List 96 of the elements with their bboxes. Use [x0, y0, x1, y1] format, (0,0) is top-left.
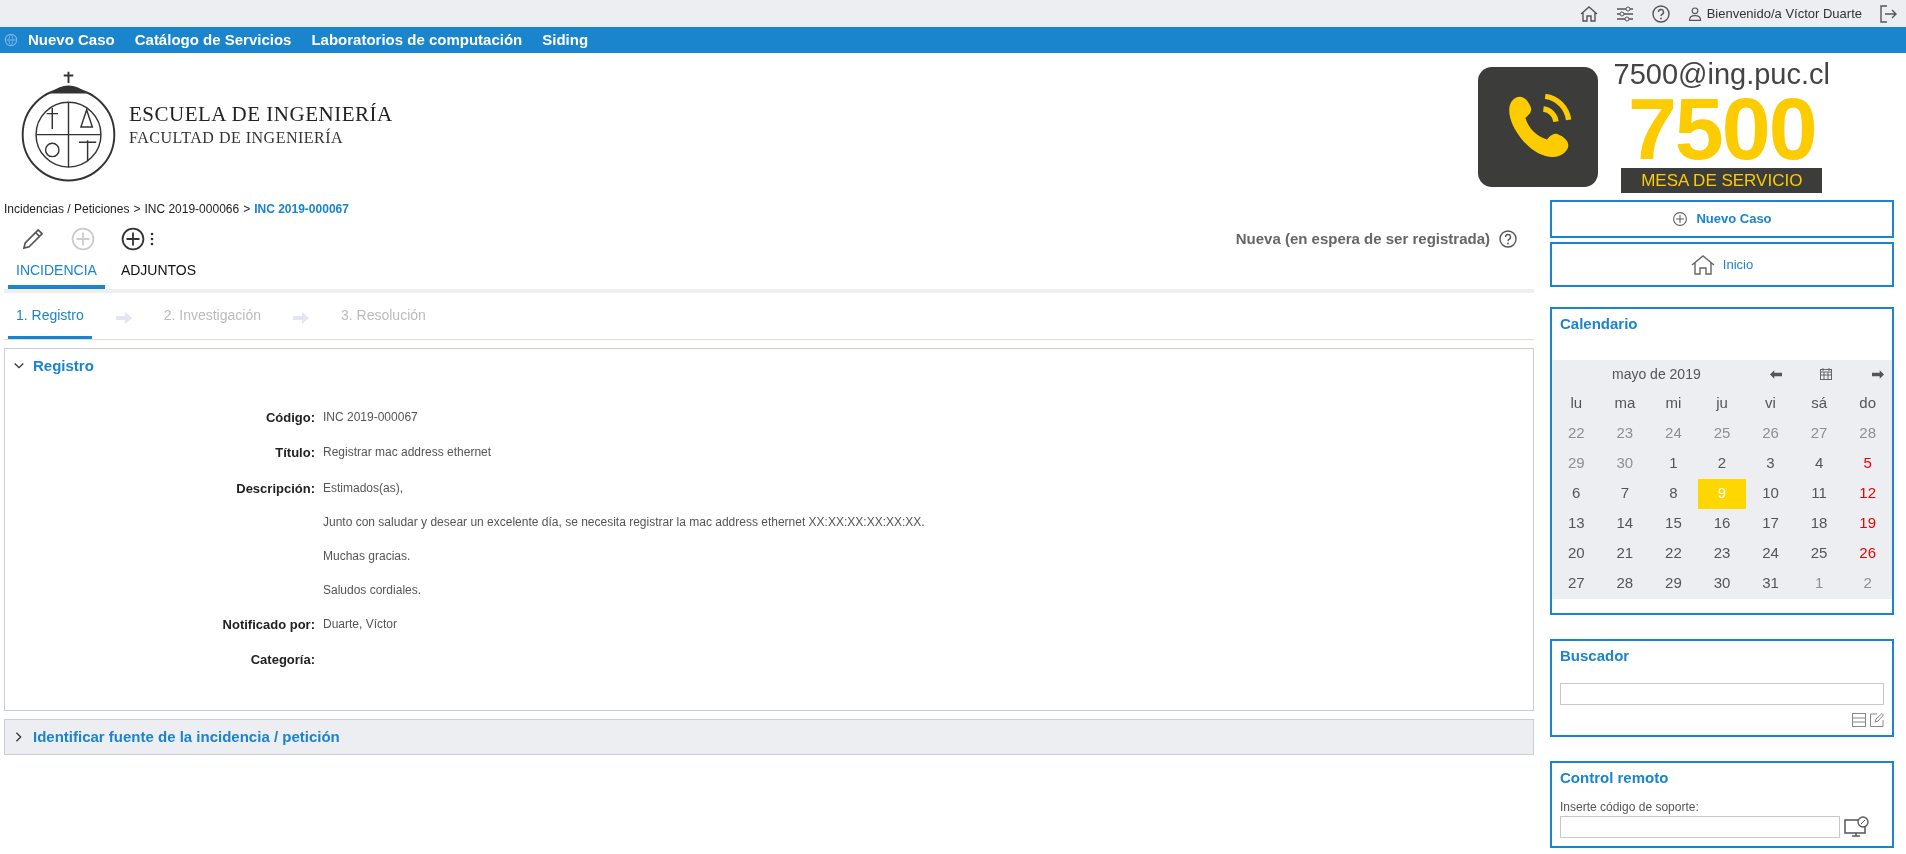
calendar-day[interactable]: 20	[1552, 538, 1601, 569]
calendar-day[interactable]: 19	[1843, 508, 1892, 539]
greeting-text: Bienvenido/a Víctor Duarte	[1706, 4, 1862, 23]
calendar-day[interactable]: 14	[1600, 508, 1650, 539]
breadcrumb-link[interactable]: INC 2019-000067	[254, 200, 349, 218]
sidebar-button[interactable]: Inicio	[1550, 242, 1894, 287]
help-icon[interactable]	[1498, 229, 1518, 249]
field-label: Título:	[274, 444, 315, 462]
field-value: Duarte, Víctor	[323, 615, 398, 633]
calendar-day[interactable]: 11	[1794, 478, 1844, 509]
calendar-day[interactable]: 10	[1746, 478, 1795, 509]
weekday-label: ju	[1715, 393, 1729, 414]
field-value: Registrar mac address ethernet	[323, 444, 492, 461]
panel-title: Buscador	[1560, 645, 1631, 666]
calendar-icon[interactable]	[1820, 368, 1832, 380]
calendar-day[interactable]: 25	[1794, 538, 1844, 569]
logout-icon[interactable]	[1878, 3, 1898, 24]
calendar-day[interactable]: 4	[1794, 448, 1844, 479]
panel-title: Control remoto	[1560, 768, 1670, 788]
nav-link[interactable]: Nuevo Caso	[18, 28, 125, 52]
breadcrumb-link[interactable]: INC 2019-000066	[144, 200, 240, 218]
calendar-day[interactable]: 29	[1649, 568, 1698, 599]
support-code-field[interactable]	[1560, 815, 1840, 838]
calendar-day[interactable]: 12	[1843, 478, 1892, 509]
field-label: Categoría:	[249, 651, 315, 669]
arrow-icon	[293, 312, 309, 324]
field-label: Descripción:	[235, 479, 315, 498]
field-value: Saludos cordiales.	[323, 581, 423, 599]
add-icon[interactable]	[120, 226, 146, 252]
calendar-day[interactable]: 30	[1697, 568, 1747, 599]
calendar-day[interactable]: 24	[1746, 538, 1795, 569]
calendar-day[interactable]: 18	[1794, 508, 1844, 539]
calendar-day[interactable]: 26	[1843, 538, 1892, 569]
step-tab[interactable]: 1. Registro	[8, 297, 92, 339]
arrow-left-icon[interactable]	[1770, 369, 1782, 379]
field-label: Código:	[264, 408, 315, 427]
calendar-day[interactable]: 13	[1552, 508, 1601, 539]
settings-icon[interactable]	[1614, 3, 1635, 24]
calendar-day[interactable]: 22	[1649, 538, 1698, 569]
calendar-day[interactable]: 5	[1843, 448, 1892, 479]
weekday-label: sá	[1810, 393, 1828, 414]
pencil-icon[interactable]	[20, 226, 46, 252]
calendar-day[interactable]: 17	[1746, 508, 1795, 539]
more-icon[interactable]	[150, 232, 154, 246]
monitor-icon[interactable]	[1844, 815, 1870, 838]
calendar-day[interactable]: 27	[1552, 568, 1601, 599]
weekday-label: do	[1858, 393, 1878, 414]
field-value: INC 2019-000067	[323, 408, 418, 426]
calendar-day[interactable]: 6	[1552, 478, 1601, 509]
panel-title: Calendario	[1559, 314, 1639, 334]
nav-link[interactable]: Siding	[532, 28, 599, 52]
globe-icon	[4, 33, 18, 47]
calendar-day[interactable]: 3	[1746, 448, 1795, 479]
weekday-label: vi	[1764, 393, 1777, 414]
home-icon	[1690, 253, 1715, 276]
calendar-day[interactable]: 7	[1600, 478, 1650, 509]
calendar-day[interactable]: 15	[1649, 508, 1698, 539]
field-value: Junto con saludar y desear un excelente día, se necesita registrar la mac address ethernet XX:XX:XX:XX:XX:XX.	[323, 513, 925, 531]
calendar-day[interactable]: 31	[1746, 568, 1795, 599]
list-icon[interactable]	[1852, 713, 1866, 727]
calendar-day[interactable]: 21	[1600, 538, 1650, 569]
edit-icon[interactable]	[1870, 713, 1884, 727]
section-header[interactable]: Registro	[5, 349, 102, 384]
breadcrumb-link[interactable]: Incidencias / Peticiones	[4, 200, 130, 218]
nav-link[interactable]: Catálogo de Servicios	[124, 28, 302, 52]
help-icon[interactable]	[1650, 3, 1671, 24]
service-caption: MESA DE SERVICIO	[1621, 167, 1823, 194]
field-label: Notificado por:	[221, 615, 315, 634]
arrow-icon	[115, 312, 132, 324]
nav-link[interactable]: Laboratorios de computación	[301, 28, 533, 52]
sidebar-button[interactable]: Nuevo Caso	[1550, 200, 1894, 238]
breadcrumb-separator: >	[243, 201, 251, 218]
weekday-label: lu	[1569, 393, 1584, 414]
calendar-day[interactable]: 1	[1649, 448, 1698, 479]
tab[interactable]: INCIDENCIA	[8, 256, 105, 289]
weekday-label: mi	[1664, 393, 1683, 414]
status-text: Nueva (en espera de ser registrada)	[1235, 228, 1490, 249]
school-title: ESCUELA DE INGENIERÍA	[129, 102, 393, 127]
calendar-day[interactable]: 16	[1697, 508, 1747, 539]
add-icon	[1672, 211, 1689, 227]
breadcrumb-separator: >	[133, 201, 141, 218]
calendar-month: mayo de 2019	[1612, 364, 1702, 384]
field-value: Muchas gracias.	[323, 547, 412, 565]
field-label: Inserte código de soporte:	[1560, 798, 1700, 816]
arrow-right-icon[interactable]	[1872, 369, 1884, 379]
tab[interactable]: ADJUNTOS	[112, 256, 205, 289]
calendar-day[interactable]: 8	[1649, 478, 1698, 509]
calendar-day[interactable]: 2	[1697, 448, 1747, 479]
faculty-subtitle: FACULTAD DE INGENIERÍA	[129, 127, 345, 149]
home-icon[interactable]	[1578, 3, 1599, 24]
search-field[interactable]	[1560, 683, 1884, 705]
field-value: Estimados(as),	[323, 479, 405, 497]
calendar-day[interactable]: 23	[1697, 538, 1747, 569]
calendar-day[interactable]: 28	[1600, 568, 1650, 599]
weekday-label: ma	[1613, 393, 1637, 414]
service-email: 7500@ing.puc.cl	[1613, 59, 1830, 89]
